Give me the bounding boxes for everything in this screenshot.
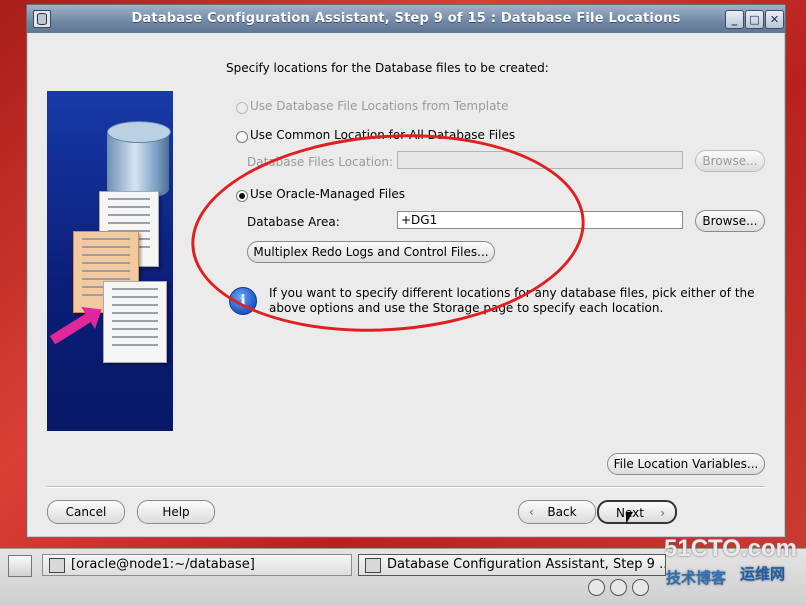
maximize-button[interactable]: □ [745,10,764,29]
multiplex-redo-logs-button[interactable]: Multiplex Redo Logs and Control Files... [247,241,495,263]
minimize-button[interactable]: _ [725,10,744,29]
browse-common-button[interactable]: Browse... [695,150,765,172]
radio-common-location-label: Use Common Location for All Database Fil… [250,128,516,142]
chevron-right-icon: › [660,506,665,520]
arrow-icon [49,311,95,345]
taskbar-dbca[interactable]: Database Configuration Assistant, Step 9… [358,554,666,576]
wizard-illustration [47,91,173,431]
taskbar: [oracle@node1:~/database] Database Confi… [0,535,806,606]
dbca-window: Database Configuration Assistant, Step 9… [26,4,786,538]
database-area-input[interactable]: +DG1 [397,211,683,229]
page-heading: Specify locations for the Database files… [226,61,549,75]
file-location-variables-button[interactable]: File Location Variables... [607,453,765,475]
cancel-button[interactable]: Cancel [47,500,125,524]
footer-divider [47,486,765,488]
document-page-icon [103,281,167,363]
back-button-label: Back [547,505,577,519]
window-title: Database Configuration Assistant, Step 9… [131,11,681,26]
back-button[interactable]: ‹ Back [518,500,596,524]
database-files-location-label: Database Files Location: [247,155,394,169]
database-area-label: Database Area: [247,215,340,229]
info-icon: i [229,287,257,315]
sound-icon[interactable] [632,579,649,596]
dialog-content: Specify locations for the Database files… [31,35,781,533]
cd-icon[interactable] [610,579,627,596]
mouse-cursor-icon [626,512,633,524]
chevron-left-icon: ‹ [529,505,534,519]
watermark-text-2: 运维网 [740,565,786,583]
browse-database-area-button[interactable]: Browse... [695,210,765,232]
radio-template-label: Use Database File Locations from Templat… [250,99,509,113]
radio-template[interactable] [236,102,248,114]
radio-oracle-managed-files-label: Use Oracle-Managed Files [250,187,406,201]
taskbar-terminal[interactable]: [oracle@node1:~/database] [42,554,352,576]
close-button[interactable]: ✕ [765,10,784,29]
database-app-icon [365,558,381,573]
info-text-line1: If you want to specify different locatio… [269,286,755,300]
terminal-icon [49,558,65,573]
taskbar-terminal-label: [oracle@node1:~/database] [71,557,255,572]
info-text-line2: above options and use the Storage page t… [269,301,664,315]
radio-oracle-managed-files[interactable] [236,190,248,202]
help-button[interactable]: Help [137,500,215,524]
radio-common-location[interactable] [236,131,248,143]
next-button[interactable]: Next › [597,500,677,524]
watermark-text: 技术博客 [666,569,727,587]
title-bar[interactable]: Database Configuration Assistant, Step 9… [27,5,785,33]
watermark-logo: 51CTO.com [664,535,797,562]
network-icon[interactable] [588,579,605,596]
database-files-location-input[interactable] [397,151,683,169]
show-desktop-icon[interactable] [8,555,32,577]
taskbar-dbca-label: Database Configuration Assistant, Step 9… [387,557,666,572]
